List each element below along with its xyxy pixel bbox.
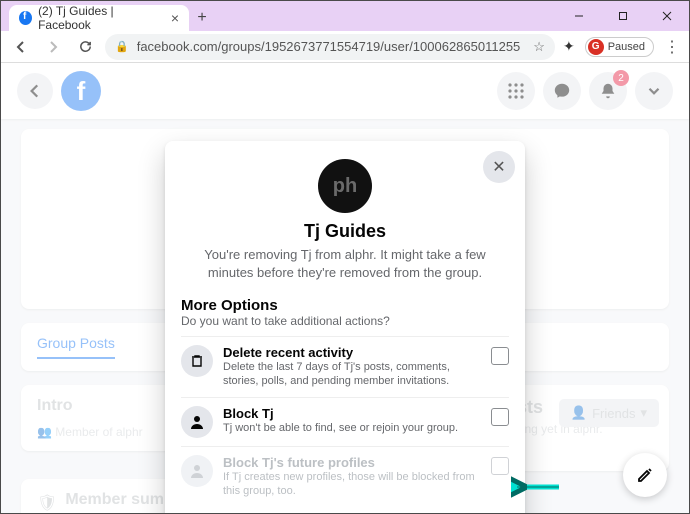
checkbox-delete-activity[interactable]: [491, 347, 509, 365]
titlebar: (2) Tj Guides | Facebook × +: [1, 1, 689, 31]
option-title: Block Tj: [223, 406, 481, 421]
browser-toolbar: 🔒 facebook.com/groups/1952673771554719/u…: [1, 31, 689, 63]
checkbox-block-user[interactable]: [491, 408, 509, 426]
checkbox-block-future-profiles: [491, 457, 509, 475]
browser-window: (2) Tj Guides | Facebook × + 🔒 facebook.…: [0, 0, 690, 514]
modal-title: Tj Guides: [181, 221, 509, 242]
bookmark-star-icon[interactable]: ☆: [533, 39, 545, 55]
lock-icon: 🔒: [115, 40, 129, 53]
person-icon: [181, 455, 213, 487]
profile-avatar-letter: G: [588, 39, 604, 55]
forward-button[interactable]: [41, 35, 65, 59]
option-sub: Tj won't be able to find, see or rejoin …: [223, 421, 481, 435]
extensions-icon[interactable]: ✦: [563, 38, 575, 55]
close-tab-icon[interactable]: ×: [171, 10, 179, 26]
remove-member-modal: ✕ ph Tj Guides You're removing Tj from a…: [165, 141, 525, 513]
modal-overlay: ✕ ph Tj Guides You're removing Tj from a…: [1, 63, 689, 513]
browser-tab[interactable]: (2) Tj Guides | Facebook ×: [9, 5, 189, 31]
window-controls: [557, 1, 689, 31]
more-options-heading: More Options: [181, 297, 509, 314]
maximize-button[interactable]: [601, 1, 645, 31]
address-bar[interactable]: 🔒 facebook.com/groups/1952673771554719/u…: [105, 34, 555, 60]
edit-fab-button[interactable]: [623, 453, 667, 497]
option-title: Delete recent activity: [223, 345, 481, 360]
member-avatar: ph: [318, 159, 372, 213]
option-block-user: Block Tj Tj won't be able to find, see o…: [181, 397, 509, 446]
more-options-sub: Do you want to take additional actions?: [181, 314, 509, 328]
person-icon: [181, 406, 213, 438]
close-window-button[interactable]: [645, 1, 689, 31]
close-modal-button[interactable]: ✕: [483, 151, 515, 183]
tab-strip: (2) Tj Guides | Facebook × +: [1, 1, 557, 31]
option-sub: If Tj creates new profiles, those will b…: [223, 470, 481, 499]
tab-title: (2) Tj Guides | Facebook: [38, 4, 161, 32]
modal-description: You're removing Tj from alphr. It might …: [181, 246, 509, 281]
option-delete-activity: Delete recent activity Delete the last 7…: [181, 336, 509, 397]
trash-icon: [181, 345, 213, 377]
minimize-button[interactable]: [557, 1, 601, 31]
browser-menu-icon[interactable]: ⋮: [664, 37, 681, 57]
reload-button[interactable]: [73, 35, 97, 59]
option-block-future-profiles: Block Tj's future profiles If Tj creates…: [181, 446, 509, 507]
page-content: f 2 Group Posts: [1, 63, 689, 513]
toolbar-right: ✦ G Paused ⋮: [563, 37, 681, 57]
profile-chip[interactable]: G Paused: [585, 37, 654, 57]
back-button[interactable]: [9, 35, 33, 59]
facebook-favicon: [19, 11, 32, 25]
profile-status-text: Paused: [608, 41, 645, 53]
option-sub: Delete the last 7 days of Tj's posts, co…: [223, 360, 481, 389]
option-title: Block Tj's future profiles: [223, 455, 481, 470]
url-text: facebook.com/groups/1952673771554719/use…: [137, 39, 526, 54]
new-tab-button[interactable]: +: [189, 5, 215, 31]
